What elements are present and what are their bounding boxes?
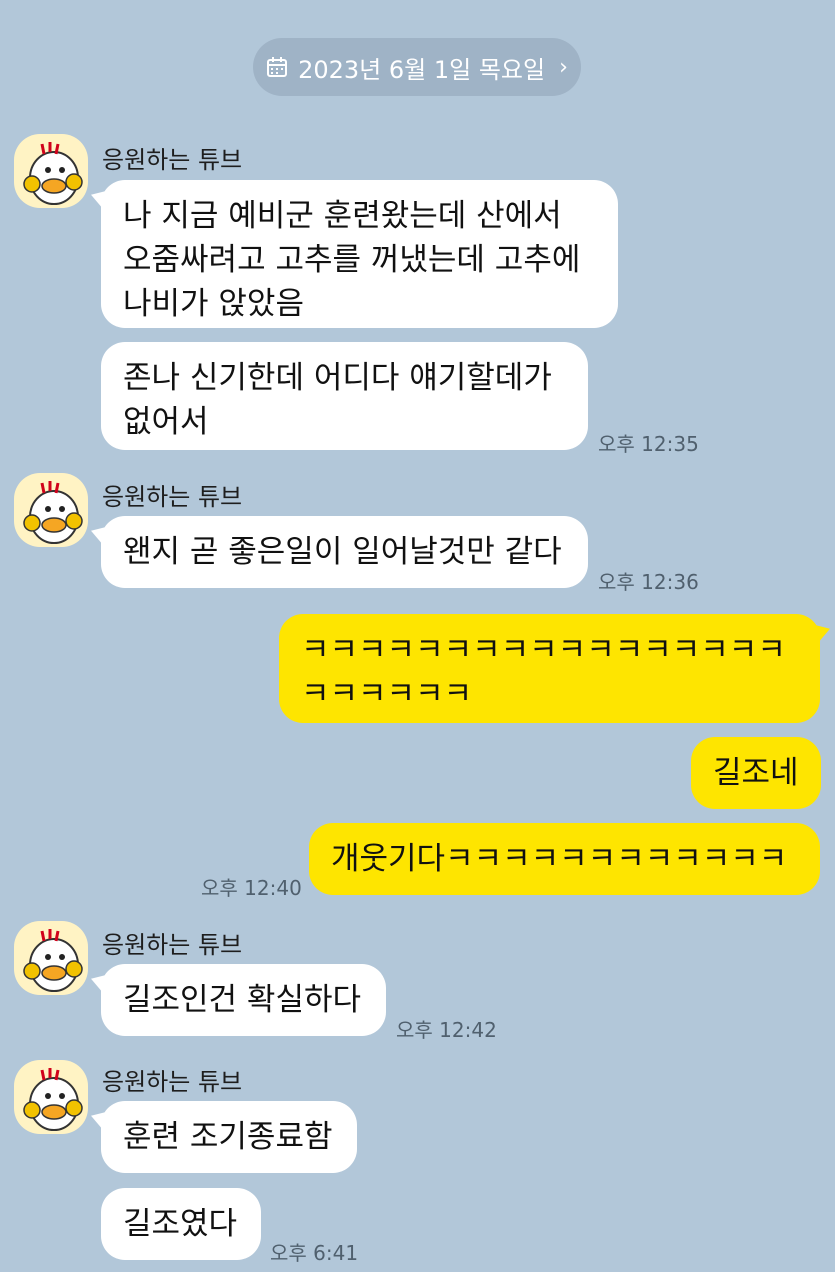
message-bubble[interactable]: 존나 신기한데 어디다 얘기할데가 없어서 [101, 342, 588, 450]
character-avatar-icon [23, 142, 83, 205]
message-bubble[interactable]: 훈련 조기종료함 [101, 1101, 357, 1173]
message-time: 오후 12:42 [396, 1018, 497, 1042]
sender-name: 응원하는 튜브 [102, 146, 243, 174]
chevron-right-icon: › [559, 54, 568, 80]
sender-name: 응원하는 튜브 [102, 931, 243, 959]
message-time: 오후 12:36 [598, 570, 699, 594]
character-avatar-icon [23, 481, 83, 544]
message-bubble-outgoing[interactable]: 길조네 [691, 737, 821, 809]
calendar-icon [267, 57, 288, 77]
avatar[interactable] [14, 473, 88, 547]
sender-name: 응원하는 튜브 [102, 483, 243, 511]
message-bubble[interactable]: 나 지금 예비군 훈련왔는데 산에서 오줌싸려고 고추를 꺼냈는데 고추에 나비… [101, 180, 618, 328]
message-time: 오후 6:41 [270, 1241, 359, 1265]
avatar[interactable] [14, 134, 88, 208]
date-label: 2023년 6월 1일 목요일 [298, 55, 546, 84]
message-bubble[interactable]: 길조였다 [101, 1188, 261, 1260]
message-bubble[interactable]: 길조인건 확실하다 [101, 964, 386, 1036]
character-avatar-icon [23, 1068, 83, 1131]
message-time: 오후 12:35 [598, 432, 699, 456]
message-bubble-outgoing[interactable]: ㅋㅋㅋㅋㅋㅋㅋㅋㅋㅋㅋㅋㅋㅋㅋㅋㅋ ㅋㅋㅋㅋㅋㅋ [279, 614, 820, 723]
character-avatar-icon [23, 929, 83, 992]
message-bubble-outgoing[interactable]: 개웃기다ㅋㅋㅋㅋㅋㅋㅋㅋㅋㅋㅋㅋ [309, 823, 820, 895]
avatar[interactable] [14, 921, 88, 995]
avatar[interactable] [14, 1060, 88, 1134]
message-bubble[interactable]: 왠지 곧 좋은일이 일어날것만 같다 [101, 516, 588, 588]
sender-name: 응원하는 튜브 [102, 1068, 243, 1096]
date-divider[interactable]: 2023년 6월 1일 목요일 › [253, 38, 581, 96]
message-time: 오후 12:40 [201, 876, 302, 900]
